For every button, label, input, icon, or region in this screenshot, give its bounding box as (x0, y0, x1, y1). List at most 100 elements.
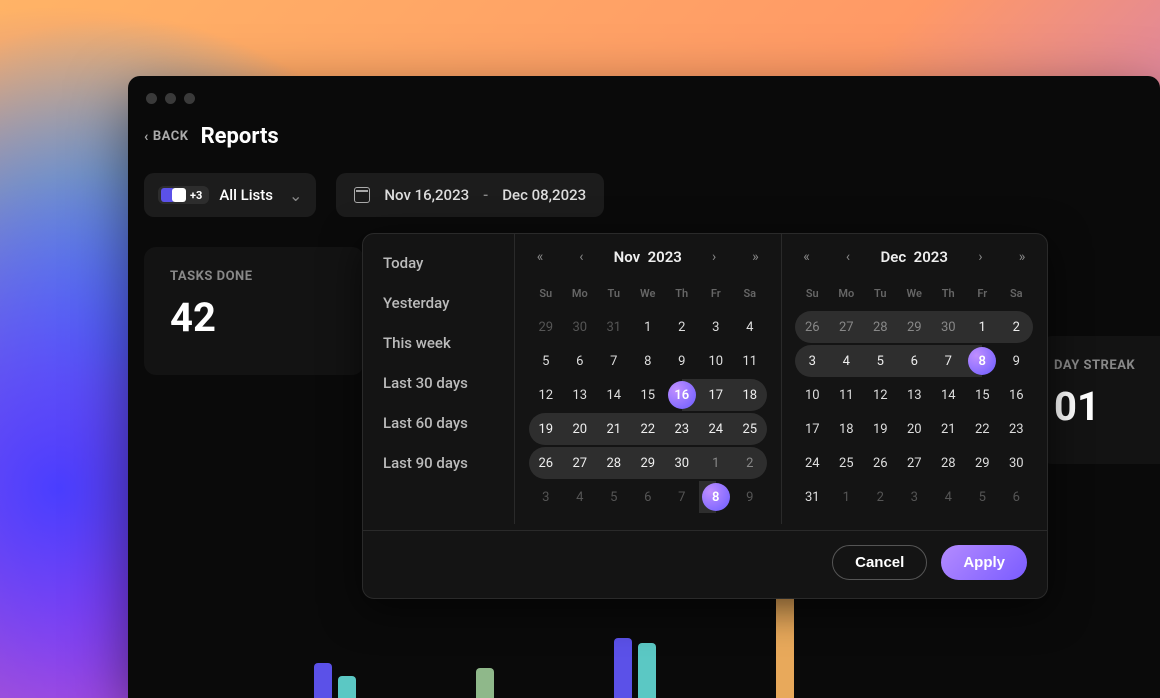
calendar-day[interactable]: 1 (699, 447, 733, 479)
calendar-day[interactable]: 11 (829, 379, 863, 411)
calendar-day[interactable]: 23 (665, 413, 699, 445)
prev-year-icon[interactable]: « (798, 249, 816, 265)
calendar-day[interactable]: 20 (897, 413, 931, 445)
calendar-day[interactable]: 27 (563, 447, 597, 479)
calendar-day[interactable]: 7 (597, 345, 631, 377)
calendar-day[interactable]: 3 (795, 345, 829, 377)
calendar-day[interactable]: 5 (597, 481, 631, 513)
calendar-day[interactable]: 27 (829, 311, 863, 343)
next-year-icon[interactable]: » (1013, 249, 1031, 265)
calendar-day[interactable]: 29 (631, 447, 665, 479)
cancel-button[interactable]: Cancel (832, 545, 927, 580)
calendar-day[interactable]: 4 (733, 311, 767, 343)
calendar-day[interactable]: 2 (733, 447, 767, 479)
date-range-selector[interactable]: Nov 16,2023 - Dec 08,2023 (336, 173, 604, 217)
calendar-day[interactable]: 18 (829, 413, 863, 445)
calendar-day[interactable]: 4 (563, 481, 597, 513)
prev-month-icon[interactable]: ‹ (572, 249, 590, 265)
calendar-day[interactable]: 19 (863, 413, 897, 445)
calendar-day[interactable]: 2 (999, 311, 1033, 343)
calendar-day[interactable]: 29 (965, 447, 999, 479)
back-button[interactable]: ‹ BACK (144, 129, 189, 144)
calendar-day[interactable]: 30 (665, 447, 699, 479)
next-month-icon[interactable]: › (705, 249, 723, 265)
calendar-day[interactable]: 13 (563, 379, 597, 411)
calendar-day[interactable]: 10 (699, 345, 733, 377)
calendar-day[interactable]: 8 (631, 345, 665, 377)
calendar-day[interactable]: 26 (795, 311, 829, 343)
calendar-day[interactable]: 28 (931, 447, 965, 479)
calendar-day[interactable]: 30 (563, 311, 597, 343)
calendar-day[interactable]: 6 (897, 345, 931, 377)
apply-button[interactable]: Apply (941, 545, 1027, 580)
calendar-day[interactable]: 1 (829, 481, 863, 513)
calendar-day[interactable]: 3 (529, 481, 563, 513)
calendar-day[interactable]: 8 (965, 345, 999, 377)
calendar-day[interactable]: 25 (733, 413, 767, 445)
minimize-dot[interactable] (165, 93, 176, 104)
calendar-day[interactable]: 6 (563, 345, 597, 377)
calendar-day[interactable]: 21 (931, 413, 965, 445)
preset-last-60-days[interactable]: Last 60 days (383, 414, 514, 432)
calendar-day[interactable]: 28 (863, 311, 897, 343)
calendar-day[interactable]: 2 (665, 311, 699, 343)
calendar-day[interactable]: 28 (597, 447, 631, 479)
calendar-day[interactable]: 16 (665, 379, 699, 411)
calendar-day[interactable]: 24 (795, 447, 829, 479)
calendar-day[interactable]: 24 (699, 413, 733, 445)
calendar-day[interactable]: 3 (897, 481, 931, 513)
calendar-day[interactable]: 22 (631, 413, 665, 445)
calendar-day[interactable]: 18 (733, 379, 767, 411)
calendar-day[interactable]: 13 (897, 379, 931, 411)
calendar-day[interactable]: 15 (965, 379, 999, 411)
calendar-day[interactable]: 9 (999, 345, 1033, 377)
next-month-icon[interactable]: › (971, 249, 989, 265)
calendar-day[interactable]: 27 (897, 447, 931, 479)
calendar-day[interactable]: 14 (597, 379, 631, 411)
calendar-day[interactable]: 2 (863, 481, 897, 513)
preset-last-90-days[interactable]: Last 90 days (383, 454, 514, 472)
calendar-day[interactable]: 20 (563, 413, 597, 445)
calendar-day[interactable]: 12 (529, 379, 563, 411)
calendar-day[interactable]: 5 (863, 345, 897, 377)
calendar-day[interactable]: 15 (631, 379, 665, 411)
calendar-day[interactable]: 4 (829, 345, 863, 377)
calendar-day[interactable]: 26 (529, 447, 563, 479)
calendar-day[interactable]: 29 (529, 311, 563, 343)
calendar-day[interactable]: 6 (999, 481, 1033, 513)
calendar-day[interactable]: 16 (999, 379, 1033, 411)
calendar-day[interactable]: 22 (965, 413, 999, 445)
calendar-day[interactable]: 10 (795, 379, 829, 411)
calendar-day[interactable]: 7 (665, 481, 699, 513)
calendar-day[interactable]: 5 (965, 481, 999, 513)
calendar-day[interactable]: 29 (897, 311, 931, 343)
calendar-day[interactable]: 9 (665, 345, 699, 377)
preset-this-week[interactable]: This week (383, 334, 514, 352)
calendar-day[interactable]: 11 (733, 345, 767, 377)
prev-year-icon[interactable]: « (531, 249, 549, 265)
calendar-day[interactable]: 25 (829, 447, 863, 479)
calendar-day[interactable]: 31 (795, 481, 829, 513)
calendar-day[interactable]: 9 (733, 481, 767, 513)
calendar-day[interactable]: 1 (631, 311, 665, 343)
calendar-day[interactable]: 17 (795, 413, 829, 445)
preset-last-30-days[interactable]: Last 30 days (383, 374, 514, 392)
calendar-day[interactable]: 31 (597, 311, 631, 343)
next-year-icon[interactable]: » (746, 249, 764, 265)
calendar-day[interactable]: 5 (529, 345, 563, 377)
calendar-day[interactable]: 8 (699, 481, 733, 513)
calendar-day[interactable]: 23 (999, 413, 1033, 445)
calendar-day[interactable]: 6 (631, 481, 665, 513)
calendar-day[interactable]: 19 (529, 413, 563, 445)
calendar-day[interactable]: 4 (931, 481, 965, 513)
calendar-day[interactable]: 17 (699, 379, 733, 411)
preset-today[interactable]: Today (383, 254, 514, 272)
calendar-day[interactable]: 30 (931, 311, 965, 343)
calendar-day[interactable]: 7 (931, 345, 965, 377)
close-dot[interactable] (146, 93, 157, 104)
calendar-day[interactable]: 3 (699, 311, 733, 343)
prev-month-icon[interactable]: ‹ (839, 249, 857, 265)
calendar-day[interactable]: 30 (999, 447, 1033, 479)
maximize-dot[interactable] (184, 93, 195, 104)
preset-yesterday[interactable]: Yesterday (383, 294, 514, 312)
